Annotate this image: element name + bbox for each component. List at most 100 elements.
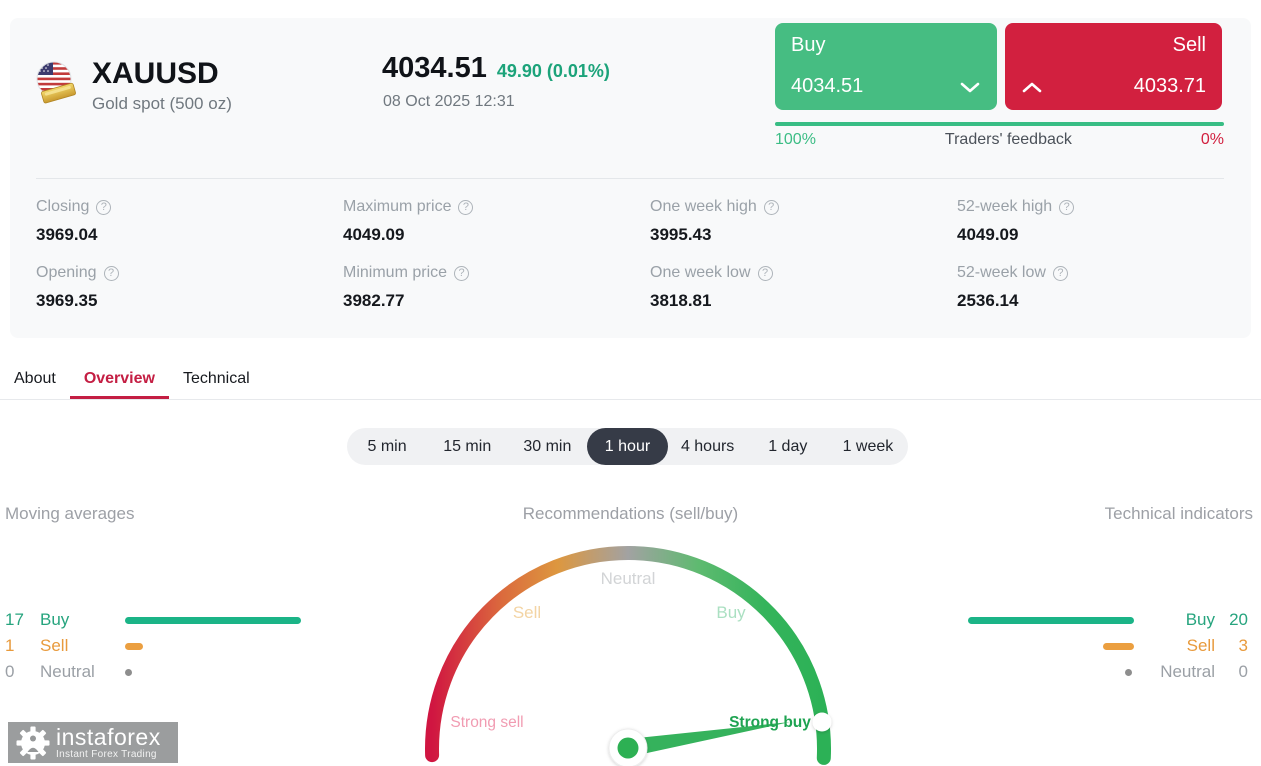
ti-neutral-label: Neutral <box>1160 662 1215 681</box>
timeframe-30min[interactable]: 30 min <box>507 428 587 465</box>
stat-value: 3982.77 <box>343 291 405 310</box>
stat-week-low: One week low 3818.81 <box>650 264 950 311</box>
gauge-label-sell: Sell <box>512 603 542 622</box>
help-icon[interactable] <box>458 199 474 215</box>
buy-price: 4034.51 <box>791 75 864 97</box>
chevron-down-icon <box>960 82 980 93</box>
gauge-marker <box>812 712 832 732</box>
stat-52week-high: 52-week high 4049.09 <box>957 198 1257 245</box>
instrument-name: Gold spot (500 oz) <box>92 94 232 113</box>
stat-closing: Closing 3969.04 <box>36 198 336 245</box>
ti-buy-label: Buy <box>1185 610 1215 629</box>
help-icon[interactable] <box>757 265 773 281</box>
stat-value: 3969.04 <box>36 225 98 244</box>
instaforex-watermark: instaforex Instant Forex Trading <box>8 722 178 763</box>
stat-label: One week high <box>650 198 757 215</box>
stat-value: 3969.35 <box>36 291 98 310</box>
stat-label: 52-week low <box>957 264 1046 281</box>
timeframe-15min[interactable]: 15 min <box>427 428 507 465</box>
ti-row-buy: Buy 20 <box>930 610 1248 636</box>
timeframe-1week[interactable]: 1 week <box>828 428 908 465</box>
stat-label: Closing <box>36 198 90 215</box>
stat-value: 3995.43 <box>650 225 712 244</box>
help-icon[interactable] <box>96 199 112 215</box>
ma-row-sell: 1 Sell <box>5 636 305 662</box>
stat-min-price: Minimum price 3982.77 <box>343 264 643 311</box>
traders-feedback-bar <box>775 122 1224 126</box>
stat-label: Minimum price <box>343 264 448 281</box>
stat-label: Maximum price <box>343 198 452 215</box>
stat-value: 4049.09 <box>343 225 405 244</box>
help-icon[interactable] <box>763 199 779 215</box>
sell-price: 4033.71 <box>1133 75 1206 97</box>
timeframe-5min[interactable]: 5 min <box>347 428 427 465</box>
gauge-label-buy: Buy <box>716 603 746 622</box>
stat-value: 3818.81 <box>650 291 712 310</box>
help-icon[interactable] <box>1052 265 1068 281</box>
timeframe-4hours[interactable]: 4 hours <box>668 428 748 465</box>
gauge-label-strong-sell: Strong sell <box>450 714 524 731</box>
help-icon[interactable] <box>103 265 119 281</box>
stat-opening: Opening 3969.35 <box>36 264 336 311</box>
timeframe-1hour[interactable]: 1 hour <box>587 428 668 465</box>
ti-sell-label: Sell <box>1186 636 1215 655</box>
gauge-hub-dot <box>617 737 639 759</box>
watermark-tagline: Instant Forex Trading <box>56 748 157 760</box>
ma-neutral-dot <box>125 669 132 676</box>
feedback-label: Traders' feedback <box>944 131 1072 148</box>
ma-sell-label: Sell <box>40 636 69 655</box>
stat-label: Opening <box>36 264 97 281</box>
stat-52week-low: 52-week low 2536.14 <box>957 264 1257 311</box>
card-divider <box>36 178 1224 179</box>
ma-neutral-count: 0 <box>5 662 15 681</box>
stat-value: 4049.09 <box>957 225 1019 244</box>
watermark-brand: instaforex <box>56 723 161 750</box>
instrument-overview-page: XAUUSD Gold spot (500 oz) 4034.51 49.90 … <box>0 0 1261 766</box>
ma-buy-count: 17 <box>5 610 24 629</box>
recommendations-title: Recommendations (sell/buy) <box>522 504 739 523</box>
tab-technical[interactable]: Technical <box>169 361 264 399</box>
current-price: 4034.51 <box>382 52 487 84</box>
ma-row-buy: 17 Buy <box>5 610 305 636</box>
usd-flag-gold-icon <box>36 61 76 104</box>
ma-neutral-label: Neutral <box>40 662 95 681</box>
ti-sell-bar <box>1103 643 1134 650</box>
ma-buy-label: Buy <box>40 610 70 629</box>
tab-overview[interactable]: Overview <box>69 361 169 399</box>
ti-neutral-count: 0 <box>1238 662 1248 681</box>
price-change: 49.90 (0.01%) <box>496 61 610 81</box>
ti-buy-count: 20 <box>1229 610 1248 629</box>
feedback-sell-percent: 0% <box>1200 131 1224 148</box>
timeframe-selector: 5 min 15 min 30 min 1 hour 4 hours 1 day… <box>347 428 908 465</box>
help-icon[interactable] <box>454 265 470 281</box>
chevron-up-icon <box>1022 82 1042 93</box>
quote-datetime: 08 Oct 2025 12:31 <box>383 93 515 110</box>
stat-max-price: Maximum price 4049.09 <box>343 198 643 245</box>
sell-button[interactable]: Sell 4033.71 <box>1005 23 1222 110</box>
buy-button-label: Buy <box>791 34 826 56</box>
ti-row-sell: Sell 3 <box>930 636 1248 662</box>
stat-value: 2536.14 <box>957 291 1019 310</box>
ti-buy-bar <box>968 617 1134 624</box>
tab-about[interactable]: About <box>0 361 70 399</box>
instrument-symbol: XAUUSD <box>92 57 219 90</box>
ti-row-neutral: Neutral 0 <box>930 662 1248 688</box>
stat-label: One week low <box>650 264 751 281</box>
feedback-buy-percent: 100% <box>775 131 816 148</box>
stat-week-high: One week high 3995.43 <box>650 198 950 245</box>
ma-buy-bar <box>125 617 301 624</box>
ma-row-neutral: 0 Neutral <box>5 662 305 688</box>
help-icon[interactable] <box>1059 199 1075 215</box>
ma-sell-count: 1 <box>5 636 15 655</box>
tab-bar: About Overview Technical <box>0 361 1261 400</box>
ma-sell-bar <box>125 643 143 650</box>
gauge-label-strong-buy: Strong buy <box>729 714 811 731</box>
ti-neutral-dot <box>1125 669 1132 676</box>
stat-label: 52-week high <box>957 198 1053 215</box>
sell-button-label: Sell <box>1172 34 1206 56</box>
timeframe-1day[interactable]: 1 day <box>748 428 828 465</box>
buy-button[interactable]: Buy 4034.51 <box>775 23 997 110</box>
ti-sell-count: 3 <box>1238 636 1248 655</box>
gear-logo-icon <box>16 726 50 759</box>
technical-indicators-title: Technical indicators <box>1104 504 1253 523</box>
